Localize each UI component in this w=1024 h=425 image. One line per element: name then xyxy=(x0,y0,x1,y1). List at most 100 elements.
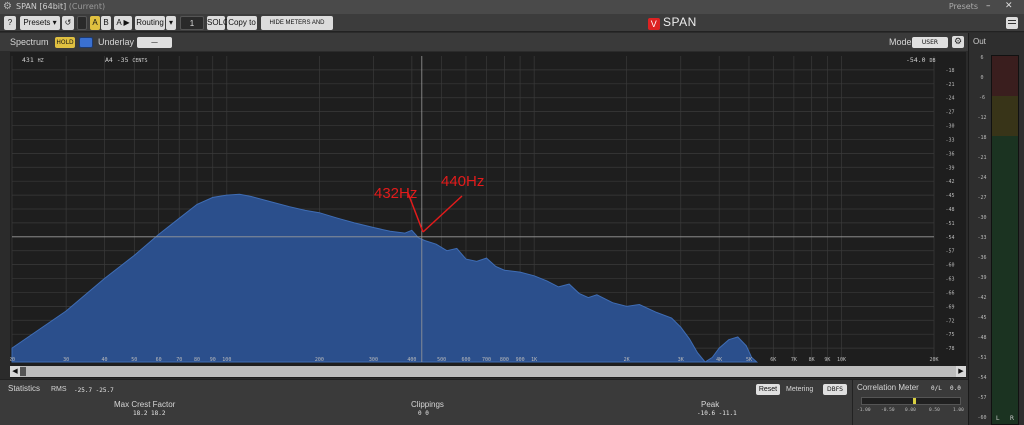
x-tick-label: 6K xyxy=(770,357,776,363)
routing-value[interactable]: 1 xyxy=(180,16,204,30)
x-tick-label: 50 xyxy=(131,357,137,363)
x-tick-label: 70 xyxy=(176,357,182,363)
y-tick-label: -48 xyxy=(945,207,954,213)
statistics-title: Statistics xyxy=(8,384,41,393)
meter-channel-left: L xyxy=(996,415,1000,422)
frequency-scrollbar[interactable]: ◀ ▶ xyxy=(10,366,966,377)
correlation-bar xyxy=(861,397,961,405)
menu-icon[interactable] xyxy=(1006,17,1018,29)
out-scale-label: -45 xyxy=(977,315,987,321)
y-tick-label: -60 xyxy=(945,263,954,269)
compare-toggle[interactable] xyxy=(77,16,87,30)
y-tick-label: -18 xyxy=(945,68,954,74)
correlation-tick-label: 1.00 xyxy=(953,408,964,413)
mode-label: Mode xyxy=(889,37,912,47)
gear-icon[interactable]: ⚙ xyxy=(3,1,12,12)
metering-mode-select[interactable]: DBFS xyxy=(823,384,847,395)
x-tick-label: 30 xyxy=(63,357,69,363)
spectrum-color-button[interactable] xyxy=(79,37,93,48)
out-scale-label: -18 xyxy=(977,135,987,141)
out-scale-label: -39 xyxy=(977,275,987,281)
correlation-tick-label: -0.50 xyxy=(881,408,895,413)
chevron-down-icon[interactable]: ▾ xyxy=(166,16,176,30)
close-icon[interactable]: ✕ xyxy=(1005,1,1013,11)
y-tick-label: -45 xyxy=(945,193,954,199)
correlation-tick-label: -1.00 xyxy=(857,408,871,413)
out-meter-title: Out xyxy=(973,37,986,46)
out-scale-label: -27 xyxy=(977,195,987,201)
x-tick-label: 8K xyxy=(809,357,815,363)
clippings-values: 0 0 xyxy=(418,410,429,417)
undo-icon[interactable]: ↺ xyxy=(62,16,74,30)
voxengo-logo-icon: V xyxy=(648,18,660,30)
spectrum-chart[interactable]: 20 30 40 50 60 70 80 90 100 200 300 400 500 600 700 800… xyxy=(10,52,966,378)
hold-button[interactable]: HOLD xyxy=(55,37,75,48)
spectrum-title: Spectrum xyxy=(10,37,49,47)
metering-label: Metering xyxy=(786,386,814,393)
scroll-right-icon[interactable]: ▶ xyxy=(956,366,966,377)
x-tick-label: 20K xyxy=(929,357,938,363)
out-scale-label: -12 xyxy=(977,115,987,121)
presets-button[interactable]: Presets ▾ xyxy=(20,16,60,30)
x-tick-label: 900 xyxy=(516,357,525,363)
span-logo: V SPAN xyxy=(648,15,697,30)
plugin-toolbar: ? Presets ▾ ↺ A B A ▶ B Routing ▾ 1 SOLO… xyxy=(0,14,1024,41)
x-tick-label: 5K xyxy=(746,357,752,363)
minimize-icon[interactable]: – xyxy=(986,1,991,11)
gear-icon[interactable]: ⚙ xyxy=(952,36,964,48)
y-tick-label: -27 xyxy=(945,110,954,116)
scrollbar-thumb[interactable] xyxy=(20,367,26,376)
window-presets-label[interactable]: Presets xyxy=(949,2,978,11)
correlation-meter: Correlation Meter 0/L 0.0 -1.00 -0.50 0.00… xyxy=(852,380,968,425)
statistics-panel: Statistics RMS -25.7 -25.7 Max Crest Fac… xyxy=(0,379,968,425)
copy-a-to-b-button[interactable]: A ▶ B xyxy=(114,16,132,41)
x-tick-label: 60 xyxy=(156,357,162,363)
y-tick-label: -33 xyxy=(945,137,954,143)
y-tick-label: -72 xyxy=(945,318,954,324)
x-tick-label: 100 xyxy=(222,357,231,363)
y-tick-label: -66 xyxy=(945,290,954,296)
x-tick-label: 40 xyxy=(102,357,108,363)
copy-to-button[interactable]: Copy to xyxy=(227,16,257,30)
out-scale-label: -51 xyxy=(977,355,987,361)
y-tick-label: -39 xyxy=(945,165,954,171)
mode-select[interactable]: USER xyxy=(912,37,948,48)
chevron-down-icon: ▾ xyxy=(52,18,57,27)
preset-a-button[interactable]: A xyxy=(90,16,100,30)
meter-channel-right: R xyxy=(1009,415,1014,422)
clippings-label: Clippings xyxy=(411,400,444,409)
window-title: SPAN [64bit] (Current) xyxy=(16,2,106,11)
out-scale-label: 0 xyxy=(980,75,984,81)
solo-button[interactable]: SOLO xyxy=(207,16,229,30)
x-tick-label: 9K xyxy=(824,357,830,363)
y-tick-label: -51 xyxy=(945,221,954,227)
meter-clip-zone xyxy=(992,56,1018,96)
readout-frequency: 431 HZ xyxy=(22,56,44,64)
max-crest-values: 18.2 18.2 xyxy=(133,410,166,417)
x-tick-label: 2K xyxy=(624,357,630,363)
help-button[interactable]: ? xyxy=(4,16,16,30)
routing-button[interactable]: Routing xyxy=(135,16,165,30)
scroll-left-icon[interactable]: ◀ xyxy=(10,366,20,377)
x-tick-label: 500 xyxy=(437,357,446,363)
out-scale-label: -42 xyxy=(977,295,987,301)
spectrum-display[interactable]: 20 30 40 50 60 70 80 90 100 200 300 400 500 600 700 800… xyxy=(10,52,966,378)
correlation-title: Correlation Meter xyxy=(857,383,919,392)
out-scale-label: -30 xyxy=(977,215,987,221)
hide-meters-button[interactable]: HIDE METERS AND STATS xyxy=(261,16,333,40)
underlay-select[interactable]: — xyxy=(137,37,172,48)
readout-level: -54.0 DB xyxy=(906,56,936,64)
window-title-bar: ⚙ SPAN [64bit] (Current) Presets – ✕ xyxy=(0,0,1024,14)
rms-values: -25.7 -25.7 xyxy=(74,387,114,394)
underlay-label: Underlay xyxy=(98,37,135,47)
preset-b-button[interactable]: B xyxy=(101,16,111,30)
peak-values: -10.6 -11.1 xyxy=(697,410,737,417)
y-tick-label: -78 xyxy=(945,346,954,352)
out-scale-label: -21 xyxy=(977,155,987,161)
output-meter-panel: Out 6 0 -6 -12 -18 -21 -24 -27 -30 -33 -36 -39 -42 -4… xyxy=(968,33,1024,425)
reset-button[interactable]: Reset xyxy=(756,384,780,395)
y-tick-label: -36 xyxy=(945,151,954,157)
x-tick-label: 80 xyxy=(194,357,200,363)
x-tick-label: 200 xyxy=(315,357,324,363)
correlation-mode[interactable]: 0/L xyxy=(931,385,942,392)
